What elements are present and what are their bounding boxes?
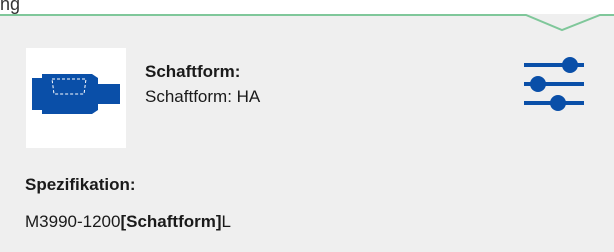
specification-code: M3990-1200[Schaftform]L [25,212,231,232]
shaft-form-value: Schaftform: HA [145,87,261,106]
spec-code-placeholder: [Schaftform] [120,212,222,231]
shaft-form-title: Schaftform: [145,62,241,81]
product-config-panel: Schaftform: Schaftform: HA Spezifikation… [0,14,614,252]
header-partial-label: ng [0,0,21,14]
shaft-hollow-icon [32,74,120,114]
specification-title: Spezifikation: [25,175,136,194]
shaft-thumbnail [26,48,126,148]
sliders-icon [524,57,584,111]
spec-code-suffix: L [221,212,231,231]
filter-settings-button[interactable] [522,56,586,116]
spec-code-prefix: M3990-1200 [25,212,121,231]
